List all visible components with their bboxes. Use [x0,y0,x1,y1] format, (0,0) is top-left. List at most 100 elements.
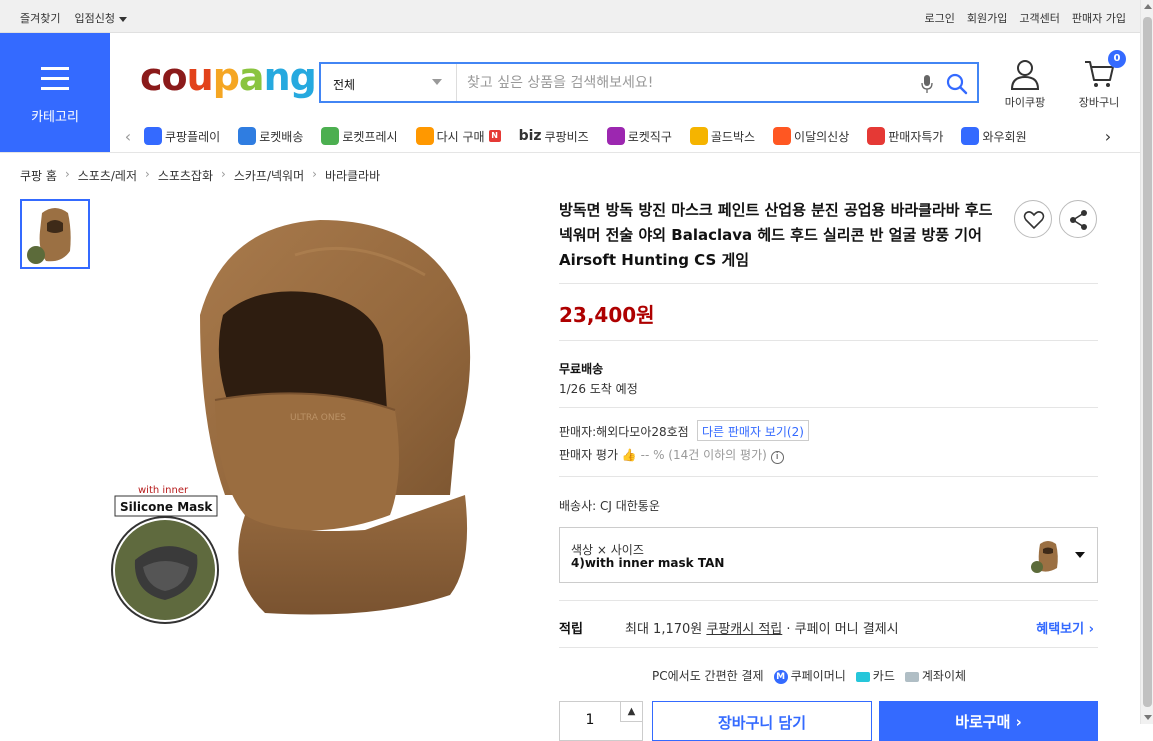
quick-menu-item[interactable]: 쿠팡플레이 [144,127,220,145]
product-thumbnail[interactable] [20,199,90,269]
breadcrumb-scarf[interactable]: 스카프/넥워머 [234,167,304,184]
search-icon[interactable] [945,72,969,96]
breadcrumb-sports[interactable]: 스포츠/레저 [78,167,137,184]
divider [559,283,1098,284]
search-category-value: 전체 [333,78,356,92]
quantity-stepper[interactable]: 1 ▲ [559,701,643,741]
mypage-button[interactable]: 마이쿠팡 [995,58,1055,110]
chevron-right-icon[interactable]: › [1098,127,1118,146]
product-title: 방독면 방독 방진 마스크 페인트 산업용 분진 공업용 바라클라바 후드넥워머… [559,201,993,269]
login-link[interactable]: 로그인 [925,10,955,26]
points-label: 적립 [559,622,583,637]
user-icon [1010,60,1040,90]
other-sellers-button[interactable]: 다른 판매자 보기(2) [697,420,809,441]
play-icon [144,127,162,145]
vendor-apply-link[interactable]: 입점신청 [74,10,127,26]
points-cash-link[interactable]: 쿠팡캐시 적립 [706,622,782,637]
quick-menu-item[interactable]: 로켓배송 [238,127,303,145]
microphone-icon[interactable] [921,74,933,94]
payment-methods: PC에서도 간편한 결제 M 쿠페이머니 카드 계좌이체 [652,667,966,684]
rebuy-icon [415,127,434,145]
category-menu-button[interactable]: 카테고리 [0,33,110,152]
pay-intro: PC에서도 간편한 결제 [652,669,764,683]
quick-menu-label: 로켓직구 [627,129,672,144]
quick-menu-label: 와우회원 [982,129,1027,144]
quantity-value[interactable]: 1 [560,712,620,728]
buy-now-button[interactable]: 바로구매 › [879,701,1098,741]
quick-menu-item[interactable]: 로켓직구 [606,127,672,145]
balaclava-thumbnail-image [22,201,88,267]
chevron-down-icon [432,79,442,85]
quick-menu-item[interactable]: 로켓프레시 [321,127,398,145]
quick-menu-item[interactable]: 이달의신상 [773,127,849,145]
quick-menu-item[interactable]: 다시 구매 N [415,127,501,145]
quick-menu: ‹ 쿠팡플레이 로켓배송 로켓프레시 다시 구매 N biz 쿠팡비즈 로켓직구 골드박스 이달의… [118,122,1128,150]
top-utility-bar: 즐겨찾기 입점신청 로그인 회원가입 고객센터 판매자 가입 [0,0,1140,33]
rocket-fresh-icon [321,127,340,145]
seller-rating-value: -- % (14건 이하의 평가) [640,448,767,462]
quick-menu-item[interactable]: 판매자특가 [867,127,943,145]
percent-icon [867,127,886,145]
wow-icon [961,127,980,145]
quick-menu-label: 다시 구매 [436,129,485,144]
add-to-cart-button[interactable]: 장바구니 담기 [652,701,872,741]
search-input[interactable] [467,73,907,93]
quick-menu-items: 쿠팡플레이 로켓배송 로켓프레시 다시 구매 N biz 쿠팡비즈 로켓직구 골드박스 이달의신상… [138,127,1098,145]
breadcrumb-sports-goods[interactable]: 스포츠잡화 [158,167,213,184]
chevron-left-icon[interactable]: ‹ [118,127,138,146]
benefit-link-label: 혜택보기 [1036,622,1085,637]
scroll-up-icon[interactable] [1144,4,1152,9]
biz-icon: biz [518,128,542,144]
option-select[interactable]: 색상 × 사이즈 4)with inner mask TAN [559,527,1098,583]
seller-rating: 판매자 평가 👍 -- % (14건 이하의 평가) i [559,446,784,464]
breadcrumb-home[interactable]: 쿠팡 홈 [20,167,57,184]
points-detail: 최대 1,170원 쿠팡캐시 적립 · 쿠페이 머니 결제시 [625,618,899,637]
coupang-logo[interactable]: coupang [140,58,317,96]
vendor-apply-label: 입점신청 [74,12,115,25]
category-label: 카테고리 [31,110,79,125]
points-max: 최대 1,170원 [625,622,703,637]
customer-center-link[interactable]: 고객센터 [1019,10,1059,26]
rocket-global-icon [606,127,625,145]
share-button[interactable] [1059,200,1097,238]
pay-method-bank: 계좌이체 [904,667,966,684]
product-main-image[interactable]: ULTRA ONES with inner Silicone Mask [105,195,525,635]
watermark-text: ULTRA ONES [290,413,346,423]
pay-method-card: 카드 [855,667,895,684]
heart-icon [1023,211,1045,230]
page-scrollbar[interactable] [1140,0,1153,724]
quick-menu-label: 쿠팡플레이 [165,129,221,144]
quick-menu-item[interactable]: 와우회원 [961,127,1027,145]
free-shipping-label: 무료배송 [559,362,604,376]
benefit-link[interactable]: 혜택보기 › [1036,618,1094,637]
breadcrumb-balaclava[interactable]: 바라클라바 [325,167,380,184]
thumbs-up-icon: 👍 [621,448,641,462]
chevron-up-icon[interactable]: ▲ [620,702,642,722]
quick-menu-label: 판매자특가 [888,129,944,144]
goldbox-icon [689,127,708,145]
new-arrival-icon [773,127,792,145]
carrier: 배송사: CJ 대한통운 [559,499,660,513]
quick-menu-item[interactable]: biz 쿠팡비즈 [519,127,589,145]
card-icon [855,671,870,682]
quick-menu-item[interactable]: 골드박스 [689,127,755,145]
divider [559,600,1098,601]
wishlist-button[interactable] [1014,200,1052,238]
search-bar: 전체 [319,62,979,103]
option-value: 4)with inner mask TAN [571,556,725,570]
silicone-mask-label: Silicone Mask [120,500,213,514]
scrollbar-thumb[interactable] [1143,17,1152,707]
divider [559,476,1098,477]
breadcrumb: 쿠팡 홈 › 스포츠/레저 › 스포츠잡화 › 스카프/넥워머 › 바라클라바 [20,167,381,184]
bookmark-link[interactable]: 즐겨찾기 [20,10,60,26]
product-price: 23,400원 [559,303,655,327]
signup-link[interactable]: 회원가입 [967,10,1007,26]
coupay-icon: M [773,669,788,684]
search-category-select[interactable]: 전체 [321,64,457,101]
scroll-down-icon[interactable] [1144,715,1152,720]
points-rest: · 쿠페이 머니 결제시 [786,622,899,637]
bank-icon [904,671,919,682]
info-icon[interactable]: i [770,451,784,464]
chevron-down-icon [118,16,127,22]
seller-signup-link[interactable]: 판매자 가입 [1072,10,1126,26]
